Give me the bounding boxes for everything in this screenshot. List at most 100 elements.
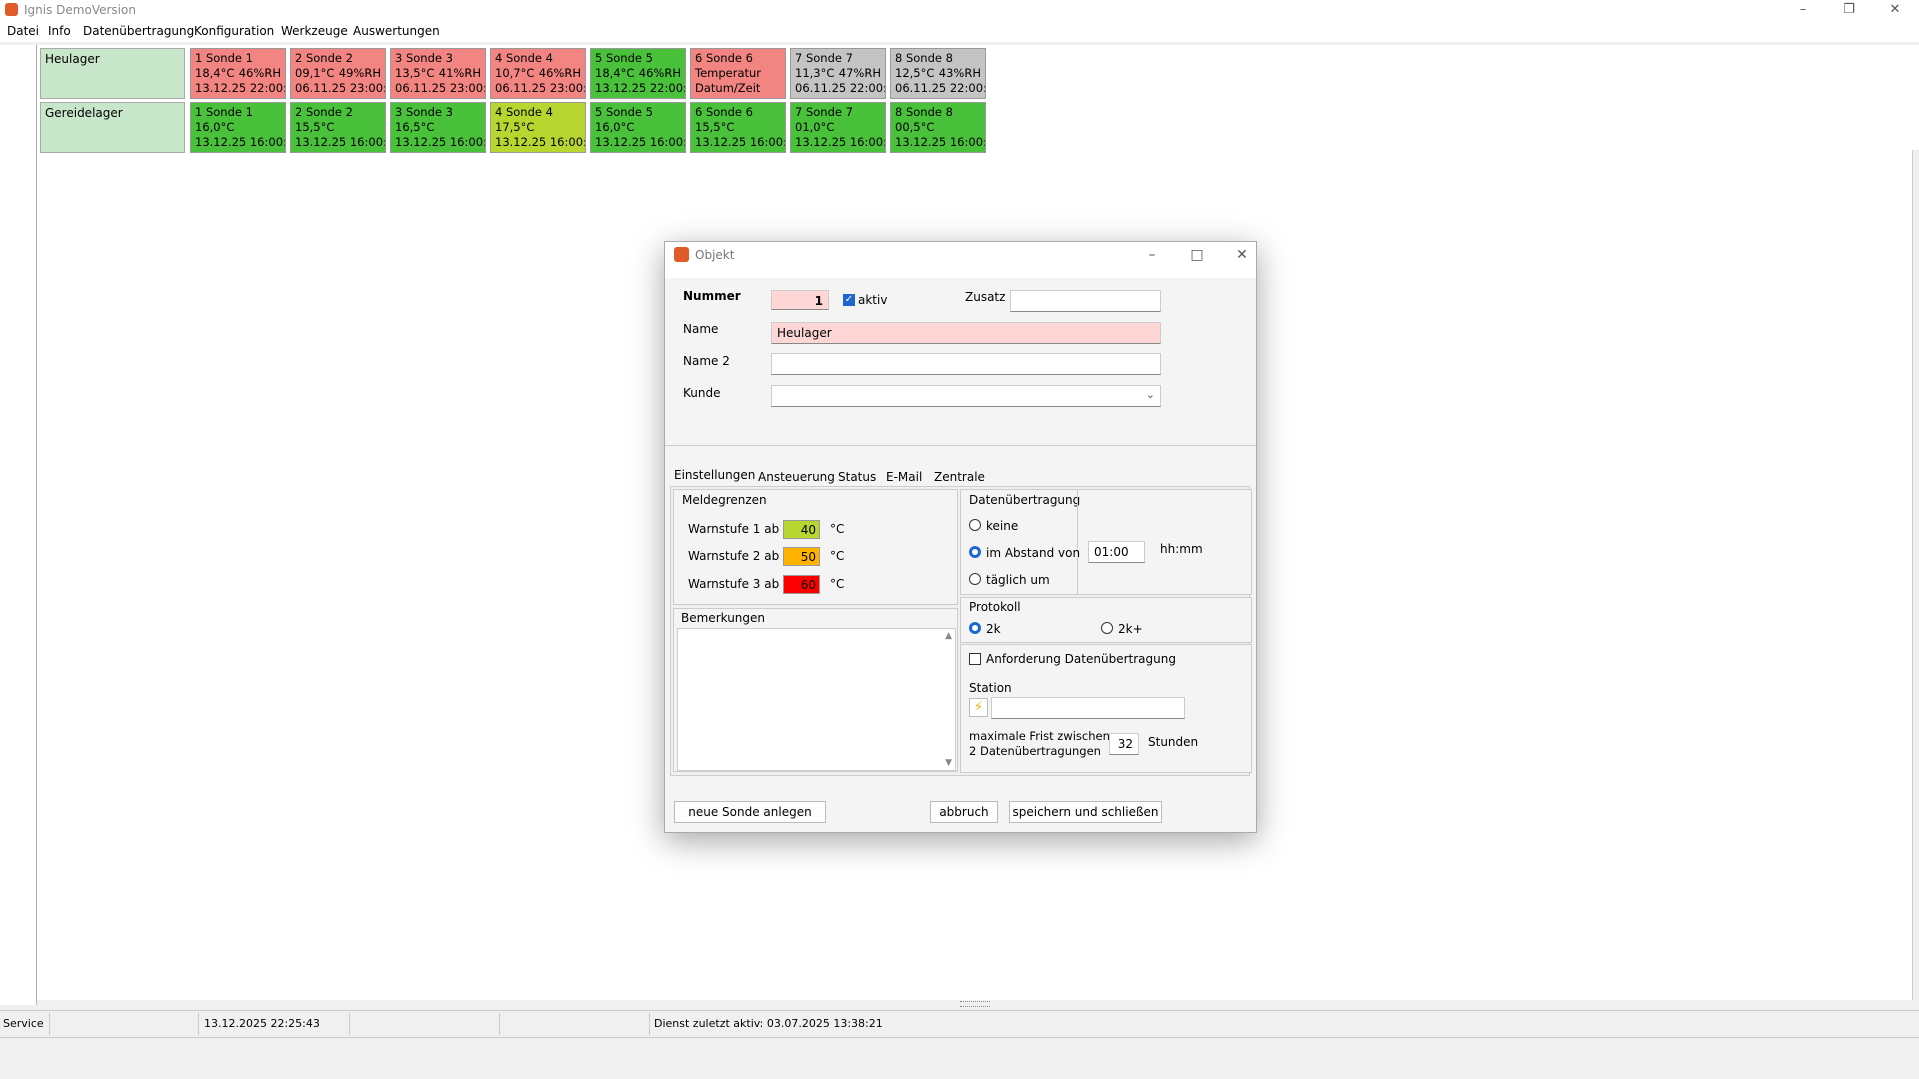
speichern-button[interactable]: speichern und schließen [1009,801,1162,823]
datenuebertragung-group: Datenübertragung keine im Abstand von tä… [960,489,1252,595]
sonde-tile[interactable]: 6 Sonde 6 Temperatur Datum/Zeit [690,48,786,99]
object-heulager[interactable]: Heulager [40,48,185,99]
name-field[interactable]: Heulager [771,322,1161,344]
sonde-reading: 10,7°C 46%RH [495,66,581,81]
tab-einstellungen[interactable]: Einstellungen [674,468,755,482]
bemerkungen-textarea[interactable]: ▲ ▼ [677,628,956,771]
warnstufe1-field[interactable]: 40 [783,520,820,539]
tab-email[interactable]: E-Mail [886,470,922,484]
tab-zentrale[interactable]: Zentrale [934,470,985,484]
sonde-temperature: 10,7°C [495,66,535,80]
app-icon [674,247,689,262]
sonde-tile[interactable]: 8 Sonde 800,5°C13.12.25 16:00:08 [890,102,986,153]
im-abstand-label: im Abstand von [986,546,1081,560]
sonde-timestamp: 13.12.25 16:00:04 [495,135,586,149]
sonde-reading: 15,5°C [695,120,781,135]
sonde-tile[interactable]: 1 Sonde 116,0°C13.12.25 16:00:01 [190,102,286,153]
lightning-icon[interactable]: ⚡ [969,698,988,717]
sonde-tile[interactable]: 7 Sonde 701,0°C13.12.25 16:00:07 [790,102,886,153]
minimize-icon[interactable]: – [1780,0,1826,20]
status-separator [349,1013,350,1035]
right-scrollbar[interactable] [1912,150,1919,1000]
neue-sonde-button[interactable]: neue Sonde anlegen [674,801,826,823]
sonde-tile[interactable]: 4 Sonde 417,5°C13.12.25 16:00:04 [490,102,586,153]
sonde-reading: 12,5°C 43%RH [895,66,981,81]
anforderung-checkbox[interactable] [969,653,981,665]
warnstufe2-field[interactable]: 50 [783,547,820,566]
radio-2k-plus[interactable] [1101,622,1113,634]
restore-icon[interactable]: ❐ [1826,0,1872,20]
meldegrenzen-group: Meldegrenzen Warnstufe 1 ab 40 °C Warnst… [673,489,958,605]
frist-field[interactable]: 32 [1109,733,1139,755]
chevron-down-icon: ⌄ [1145,388,1155,401]
tab-status[interactable]: Status [838,470,876,484]
abbruch-button[interactable]: abbruch [930,801,998,823]
name2-field[interactable] [771,353,1161,375]
sonde-title: 6 Sonde 6 [695,51,753,65]
radio-2k[interactable] [969,622,981,634]
sonde-reading: 09,1°C 49%RH [295,66,381,81]
sonde-tile[interactable]: 8 Sonde 812,5°C43%RH06.11.25 22:00:08 [890,48,986,99]
sonde-timestamp: 13.12.25 16:00:07 [795,135,886,149]
sonde-tile[interactable]: 3 Sonde 313,5°C41%RH06.11.25 23:00:03 [390,48,486,99]
objekt-dialog: Objekt – □ ✕ Nummer 1 ✓ aktiv Zusatz Nam… [664,241,1257,833]
sonde-title: 5 Sonde 5 [595,105,653,119]
sonde-tile[interactable]: 5 Sonde 518,4°C46%RH13.12.25 22:00:00 [590,48,686,99]
sonde-temperature: 15,5°C [295,120,335,134]
sonde-temperature: 01,0°C [795,120,835,134]
sonde-tile[interactable]: 3 Sonde 316,5°C13.12.25 16:00:03 [390,102,486,153]
aktiv-label: aktiv [858,293,888,307]
sonde-humidity: 47%RH [838,66,881,80]
object-name: Heulager [45,52,100,66]
object-gereidelager[interactable]: Gereidelager [40,102,185,153]
sonde-tile[interactable]: 2 Sonde 209,1°C49%RH06.11.25 23:00:02 [290,48,386,99]
sonde-reading: 01,0°C [795,120,881,135]
sonde-title: 4 Sonde 4 [495,51,553,65]
close-icon[interactable]: ✕ [1872,0,1918,20]
keine-label: keine [986,519,1019,533]
sonde-tile[interactable]: 5 Sonde 516,0°C13.12.25 16:00:04 [590,102,686,153]
sonde-timestamp: 13.12.25 16:00:02 [295,135,386,149]
menu-konfiguration[interactable]: Konfiguration [194,24,274,38]
sonde-title: 2 Sonde 2 [295,105,353,119]
sonde-tile[interactable]: 1 Sonde 118,4°C46%RH13.12.25 22:00:00 [190,48,286,99]
warnstufe3-field[interactable]: 60 [783,575,820,594]
nummer-field[interactable]: 1 [771,290,829,310]
scroll-up-icon[interactable]: ▲ [945,631,952,641]
station-field[interactable] [991,697,1185,719]
sonde-title: 8 Sonde 8 [895,51,953,65]
maximize-icon[interactable]: □ [1187,246,1207,266]
kunde-label: Kunde [683,386,721,400]
sonde-reading: 16,0°C [195,120,281,135]
tab-ansteuerung[interactable]: Ansteuerung [758,470,835,484]
sonde-temperature: 13,5°C [395,66,435,80]
sonde-title: 3 Sonde 3 [395,105,453,119]
sonde-title: 2 Sonde 2 [295,51,353,65]
zusatz-field[interactable] [1010,290,1161,312]
radio-taeglich[interactable] [969,573,981,585]
sonde-tile[interactable]: 4 Sonde 410,7°C46%RH06.11.25 23:00:05 [490,48,586,99]
sonde-timestamp: 13.12.25 16:00:06 [695,135,786,149]
sonde-tile[interactable]: 2 Sonde 215,5°C13.12.25 16:00:02 [290,102,386,153]
menu-auswertungen[interactable]: Auswertungen [353,24,440,38]
splitter-handle[interactable] [960,1001,990,1007]
radio-keine[interactable] [969,519,981,531]
radio-im-abstand[interactable] [969,546,981,558]
menu-datenuebertragung[interactable]: Datenübertragung [83,24,194,38]
menu-info[interactable]: Info [48,24,71,38]
menu-datei[interactable]: Datei [7,24,39,38]
sonde-title: 5 Sonde 5 [595,51,653,65]
aktiv-checkbox[interactable]: ✓ [843,294,855,306]
minimize-icon[interactable]: – [1142,246,1162,266]
scroll-down-icon[interactable]: ▼ [945,758,952,768]
kunde-select[interactable]: ⌄ [771,385,1161,407]
sonde-tile[interactable]: 7 Sonde 711,3°C47%RH06.11.25 22:00:07 [790,48,886,99]
sonde-tile[interactable]: 6 Sonde 615,5°C13.12.25 16:00:06 [690,102,786,153]
sonde-humidity: 41%RH [438,66,481,80]
sonde-timestamp: 06.11.25 22:00:07 [795,81,886,95]
sonde-temperature: 18,4°C [195,66,235,80]
interval-field[interactable]: 01:00 [1088,541,1145,563]
bemerkungen-title: Bemerkungen [681,611,766,625]
menu-werkzeuge[interactable]: Werkzeuge [281,24,348,38]
close-icon[interactable]: ✕ [1232,246,1252,266]
